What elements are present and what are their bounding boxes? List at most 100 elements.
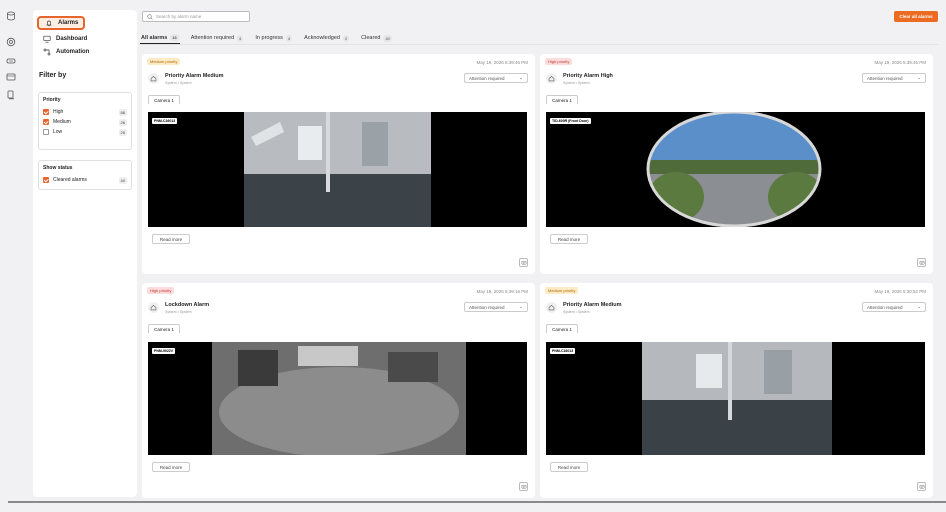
priority-badge: Medium priority (545, 287, 579, 294)
alarm-subtitle: System • System (165, 310, 192, 314)
filter-title: Filter by (39, 72, 67, 79)
alarm-title: Priority Alarm High (563, 73, 613, 79)
alarm-subtitle: System • System (563, 81, 590, 85)
comment-icon[interactable] (917, 258, 926, 267)
sidebar-item-automation[interactable]: Automation (37, 45, 89, 59)
home-icon (546, 73, 557, 84)
priority-badge: High priority (545, 58, 573, 65)
search-input[interactable] (156, 14, 246, 19)
chevron-down-icon: ⌄ (917, 304, 921, 309)
filter-count: 26 (118, 118, 127, 126)
alarm-timestamp: May 19, 2026 5:39:46 PM (476, 60, 528, 65)
alarm-subtitle: System • System (165, 81, 192, 85)
device-icon[interactable] (5, 89, 17, 101)
camera-tab[interactable]: Camera 1 (148, 324, 180, 333)
checkbox-icon[interactable] (43, 109, 49, 115)
alarm-timestamp: May 19, 2026 5:39:16 PM (476, 289, 528, 294)
checkbox-icon[interactable] (43, 129, 49, 135)
priority-filter: Priority High 88 Medium 26 Low 25 (38, 92, 132, 150)
tab-label: Attention required (190, 35, 235, 41)
tab-label: In progress (255, 35, 283, 41)
read-more-button[interactable]: Read more (550, 462, 588, 472)
sidebar: Alarms Dashboard Automation Filter by Pr… (33, 10, 137, 497)
camera-name-label: PNM-C16013 (152, 118, 178, 124)
filter-medium[interactable]: Medium 26 (43, 117, 127, 127)
status-value: Attention required (867, 75, 903, 81)
filter-low[interactable]: Low 25 (43, 127, 127, 137)
status-dropdown[interactable]: Attention required ⌄ (862, 302, 926, 312)
alarm-card: High priority May 19, 2026 5:39:45 PM Pr… (540, 54, 933, 274)
tab-all-alarms[interactable]: All alarms 16 (140, 32, 180, 44)
tab-count: 2 (342, 34, 350, 42)
filter-label: High (53, 109, 64, 115)
priority-badge: High priority (147, 287, 175, 294)
comment-icon[interactable] (519, 258, 528, 267)
tab-attention-required[interactable]: Attention required 4 (190, 32, 245, 44)
read-more-button[interactable]: Read more (152, 462, 190, 472)
chevron-down-icon: ⌄ (519, 304, 523, 309)
filter-high[interactable]: High 88 (43, 107, 127, 117)
priority-badge: Medium priority (147, 58, 181, 65)
camera-feed[interactable]: PNM-C16013 (546, 342, 925, 455)
status-dropdown[interactable]: Attention required ⌄ (464, 302, 528, 312)
status-filter-title: Show status (43, 165, 73, 171)
camera-image (212, 342, 466, 455)
status-dropdown[interactable]: Attention required ⌄ (862, 73, 926, 83)
status-value: Attention required (469, 304, 505, 310)
camera-tab[interactable]: Camera 1 (546, 95, 578, 104)
target-icon[interactable] (5, 36, 17, 48)
read-more-button[interactable]: Read more (152, 234, 190, 244)
checkbox-icon[interactable] (43, 119, 49, 125)
sidebar-item-dashboard[interactable]: Dashboard (37, 32, 87, 46)
camera-tab[interactable]: Camera 1 (546, 324, 578, 333)
read-more-button[interactable]: Read more (550, 234, 588, 244)
alarm-title: Priority Alarm Medium (563, 302, 622, 308)
tab-in-progress[interactable]: In progress 4 (254, 32, 293, 44)
checkbox-icon[interactable] (43, 177, 49, 183)
camera-tab[interactable]: Camera 1 (148, 95, 180, 104)
alarm-title: Priority Alarm Medium (165, 73, 224, 79)
filter-label: Low (53, 129, 63, 135)
database-icon[interactable] (5, 10, 17, 22)
tab-acknowledged[interactable]: Acknowledged 2 (303, 32, 350, 44)
tab-count: 4 (285, 34, 293, 42)
priority-filter-title: Priority (43, 97, 61, 103)
comment-icon[interactable] (917, 482, 926, 491)
bell-icon (46, 20, 52, 27)
tab-label: Acknowledged (304, 35, 340, 41)
alarm-card: High priority May 19, 2026 5:39:16 PM Lo… (142, 283, 535, 498)
camera-feed[interactable]: PNM-C16013 (148, 112, 527, 227)
camera-image (642, 342, 832, 455)
chevron-down-icon: ⌄ (519, 75, 523, 80)
tab-cleared[interactable]: Cleared 40 (360, 32, 393, 44)
sidebar-item-label: Automation (56, 49, 90, 55)
camera-feed[interactable]: TID-600R (Front Door) (546, 112, 925, 227)
status-filter: Show status Cleared alarms 40 (38, 160, 132, 190)
search-box[interactable] (142, 11, 250, 22)
comment-icon[interactable] (519, 482, 528, 491)
tab-count: 4 (237, 34, 244, 42)
filter-count: 40 (118, 176, 127, 184)
status-value: Attention required (867, 304, 903, 310)
camera-feed[interactable]: PNM-9022V (148, 342, 527, 455)
tab-label: Cleared (361, 35, 381, 41)
camera-image (646, 112, 822, 227)
alarm-timestamp: May 19, 2026 5:39:45 PM (874, 60, 926, 65)
storage-icon[interactable] (5, 55, 17, 67)
filter-cleared[interactable]: Cleared alarms 40 (43, 175, 127, 185)
tab-count: 16 (170, 34, 179, 41)
status-dropdown[interactable]: Attention required ⌄ (464, 73, 528, 83)
clear-all-alarms-button[interactable]: Clear all alarms (894, 11, 938, 22)
search-icon (147, 13, 153, 20)
alarm-subtitle: System • System (563, 310, 590, 314)
card-icon[interactable] (5, 71, 17, 83)
home-icon (546, 302, 557, 313)
home-icon (148, 73, 159, 84)
camera-name-label: PNM-C16013 (550, 348, 576, 354)
alarm-card: Medium priority May 19, 2026 5:39:46 PM … (142, 54, 535, 274)
tab-label: All alarms (141, 34, 168, 41)
automation-icon (43, 48, 51, 56)
sidebar-item-alarms[interactable]: Alarms (37, 16, 85, 30)
alarm-tabs: All alarms 16 Attention required 4 In prog… (140, 32, 393, 44)
bottom-divider (8, 501, 946, 503)
